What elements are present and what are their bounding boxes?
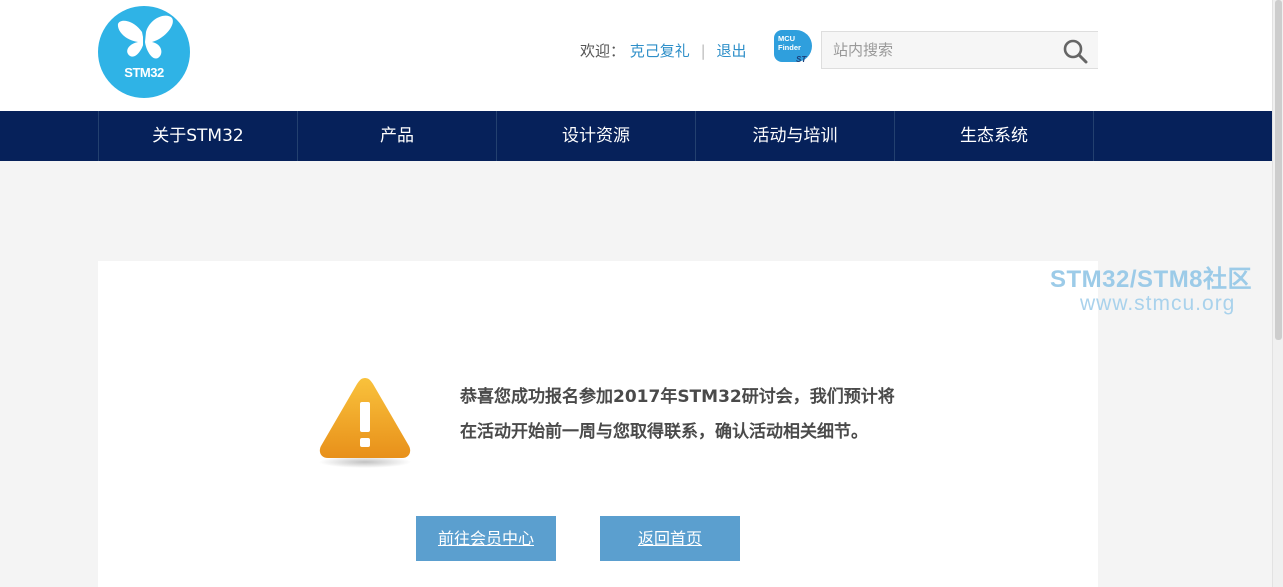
search-input[interactable] — [822, 32, 1052, 68]
warning-triangle-icon — [315, 372, 415, 470]
success-message: 恭喜您成功报名参加2017年STM32研讨会，我们预计将 在活动开始前一周与您取… — [460, 380, 930, 450]
member-center-button[interactable]: 前往会员中心 — [416, 516, 556, 561]
nav-item-ecosystem[interactable]: 生态系统 — [895, 111, 1094, 161]
user-separator: | — [700, 42, 706, 60]
mcu-finder-line1: MCU — [778, 34, 796, 43]
st-brand-mark: ST — [796, 55, 807, 64]
logout-link[interactable]: 退出 — [716, 42, 746, 60]
mcu-finder-icon: MCU Finder — [774, 30, 812, 62]
mcu-finder-line2: Finder — [778, 43, 801, 52]
nav-item-products[interactable]: 产品 — [298, 111, 497, 161]
user-area: 欢迎： 克己复礼 | 退出 — [580, 40, 746, 62]
logo-text: STM32 — [124, 65, 164, 80]
main-nav: 关于STM32 产品 设计资源 活动与培训 生态系统 — [0, 111, 1272, 161]
search-icon[interactable] — [1062, 38, 1088, 64]
mcu-finder-link[interactable]: MCU Finder ST — [774, 30, 812, 66]
return-home-button[interactable]: 返回首页 — [600, 516, 740, 561]
butterfly-logo-icon — [117, 15, 173, 59]
site-header: STM32 欢迎： 克己复礼 | 退出 MCU Finder ST — [0, 0, 1272, 111]
welcome-label: 欢迎： — [580, 42, 626, 60]
username-link[interactable]: 克己复礼 — [630, 42, 690, 60]
message-line-1: 恭喜您成功报名参加2017年STM32研讨会，我们预计将 — [460, 387, 895, 407]
nav-item-design-resources[interactable]: 设计资源 — [497, 111, 696, 161]
page-scrollbar[interactable] — [1272, 0, 1283, 587]
scrollbar-thumb[interactable] — [1275, 0, 1282, 340]
nav-item-events-training[interactable]: 活动与培训 — [696, 111, 895, 161]
message-line-2: 在活动开始前一周与您取得联系，确认活动相关细节。 — [460, 422, 868, 442]
search-box — [821, 31, 1098, 69]
stm32-logo[interactable]: STM32 — [98, 6, 190, 98]
nav-item-about-stm32[interactable]: 关于STM32 — [99, 111, 298, 161]
